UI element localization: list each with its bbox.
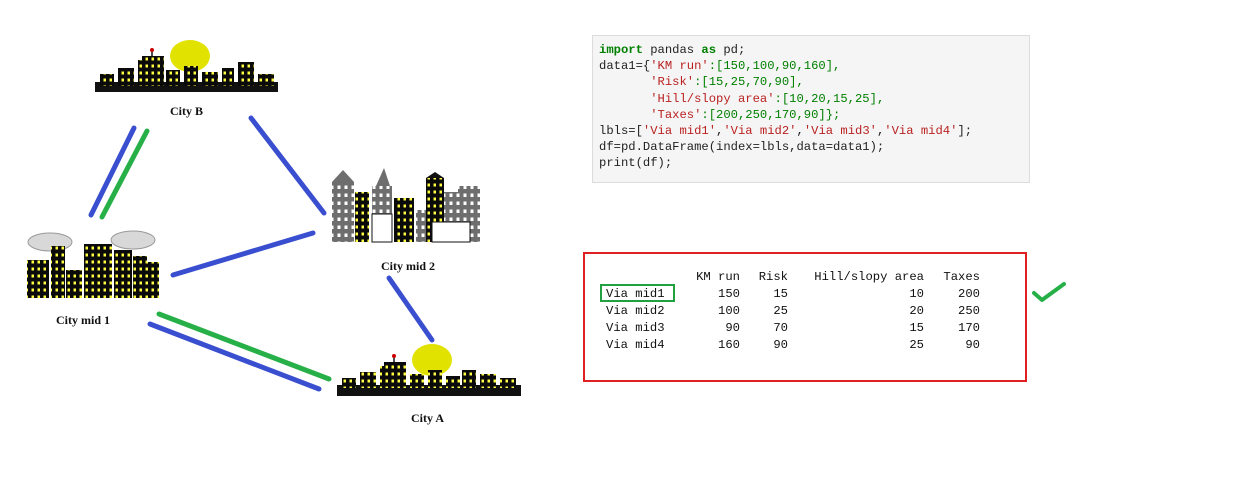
code-string: 'Via mid4' [884,124,958,139]
route-mid1-mid2-blue [170,230,316,278]
route-diagram [27,40,521,396]
city-mid1-skyline-icon [27,230,159,298]
table-cell: 15 [909,320,924,335]
table-cell: 70 [773,320,788,335]
code-string: 'Hill/slopy area' [650,91,775,106]
code-text: print(df); [599,156,673,171]
table-row: Via mid3 90 70 15 170 [600,319,980,336]
table-cell: 15 [773,286,788,301]
column-header: Risk [758,269,788,284]
row-index: Via mid2 [606,303,665,318]
table-cell: 250 [958,303,980,318]
code-string: 'Risk' [650,75,695,90]
code-text: data1={ [599,59,651,74]
column-header: KM run [696,269,740,284]
table-header-row: KM run Risk Hill/slopy area Taxes [600,268,980,285]
row-index: Via mid4 [606,337,665,352]
table-cell: 90 [725,320,740,335]
dataframe-output-table: KM run Risk Hill/slopy area Taxes Via mi… [600,268,980,353]
table-cell: 25 [909,337,924,352]
table-cell: 200 [958,286,980,301]
table-cell: 90 [965,337,980,352]
city-a-label: City A [411,411,444,425]
code-keyword-import: import [599,43,643,57]
table-cell: 10 [909,286,924,301]
selected-row-highlight [600,284,675,302]
code-keyword-as: as [701,43,717,57]
city-b-skyline-icon [95,40,278,92]
table-cell: 20 [909,303,924,318]
city-mid2-skyline-icon [332,168,480,243]
code-text: pd; [716,43,746,57]
table-cell: 160 [718,337,740,352]
code-string: 'Taxes' [650,107,702,122]
code-text: ]; [957,124,973,139]
code-string: 'Via mid3' [803,124,877,139]
route-lines [88,115,435,392]
code-values: :[10,20,15,25], [774,91,885,106]
route-mid1-a-green [156,311,332,382]
checkmark-icon [1032,282,1066,302]
code-values: :[150,100,90,160], [708,59,841,74]
table-cell: 100 [718,303,740,318]
code-text: df=pd.DataFrame(index=lbls,data=data1); [599,140,885,155]
route-mid2-a-blue [386,275,435,343]
city-mid1-label: City mid 1 [56,313,110,327]
code-string: 'KM run' [650,59,709,74]
column-header: Taxes [943,269,980,284]
city-mid2-label: City mid 2 [381,259,435,273]
table-cell: 25 [773,303,788,318]
index-header [600,268,692,285]
code-string: 'Via mid1' [642,124,717,139]
code-values: :[200,250,170,90]}; [701,107,841,122]
table-row: Via mid2 100 25 20 250 [600,302,980,319]
code-cell[interactable]: import pandas as pd; data1={'KM run':[15… [592,35,1030,183]
code-string: 'Via mid2' [723,124,797,139]
city-a-skyline-icon [337,344,521,396]
table-cell: 150 [718,286,740,301]
table-row: Via mid4 160 90 25 90 [600,336,980,353]
route-mid1-a-blue [147,321,322,392]
route-b-mid2-blue [248,115,327,216]
table-cell: 170 [958,320,980,335]
code-text: pandas [642,43,702,57]
table-cell: 90 [773,337,788,352]
code-text: lbls=[ [599,124,643,139]
column-header: Hill/slopy area [814,269,924,284]
row-index: Via mid3 [606,320,665,335]
city-b-label: City B [170,104,203,118]
code-values: :[15,25,70,90], [694,75,804,90]
